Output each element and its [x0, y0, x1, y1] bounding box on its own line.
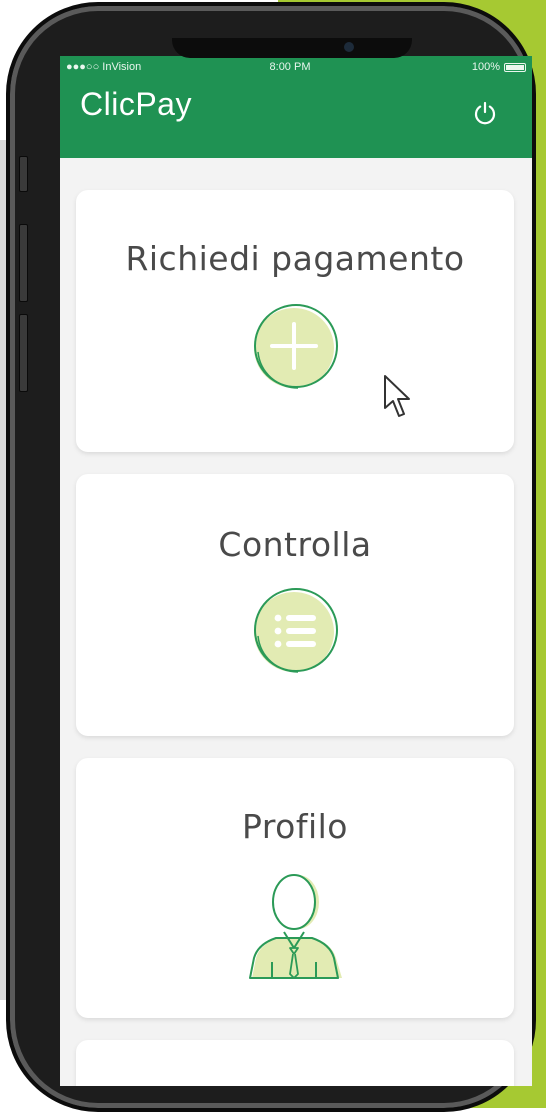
- battery-percent: 100%: [471, 61, 500, 73]
- battery-status: 100%: [472, 61, 526, 73]
- power-icon[interactable]: [472, 100, 498, 126]
- status-bar: ●●●○○ InVision 8:00 PM 100%: [60, 58, 532, 78]
- phone-notch: [172, 38, 412, 58]
- volume-down-button: [19, 314, 28, 392]
- check-card[interactable]: Controlla: [76, 474, 514, 736]
- plus-circle-icon[interactable]: [250, 302, 342, 394]
- mouse-cursor-icon: [384, 375, 410, 417]
- app-screen: ●●●○○ InVision 8:00 PM 100% ClicPay Rich…: [60, 56, 532, 1086]
- profile-card[interactable]: Profilo: [76, 758, 514, 1018]
- check-label: Controlla: [218, 525, 372, 564]
- volume-up-button: [19, 224, 28, 302]
- mute-switch: [19, 156, 28, 192]
- status-time: 8:00 PM: [269, 61, 311, 73]
- phone-frame: ●●●○○ InVision 8:00 PM 100% ClicPay Rich…: [6, 2, 536, 1112]
- app-header: ●●●○○ InVision 8:00 PM 100% ClicPay: [60, 56, 532, 158]
- user-profile-icon[interactable]: [246, 862, 346, 982]
- list-circle-icon[interactable]: [250, 586, 342, 678]
- request-payment-label: Richiedi pagamento: [125, 239, 465, 278]
- profile-label: Profilo: [242, 807, 348, 846]
- front-camera: [344, 42, 354, 52]
- app-title: ClicPay: [80, 86, 192, 122]
- carrier-label: ●●●○○ InVision: [66, 61, 142, 73]
- request-payment-card[interactable]: Richiedi pagamento: [76, 190, 514, 452]
- next-card[interactable]: [76, 1040, 514, 1086]
- battery-icon: [504, 62, 526, 72]
